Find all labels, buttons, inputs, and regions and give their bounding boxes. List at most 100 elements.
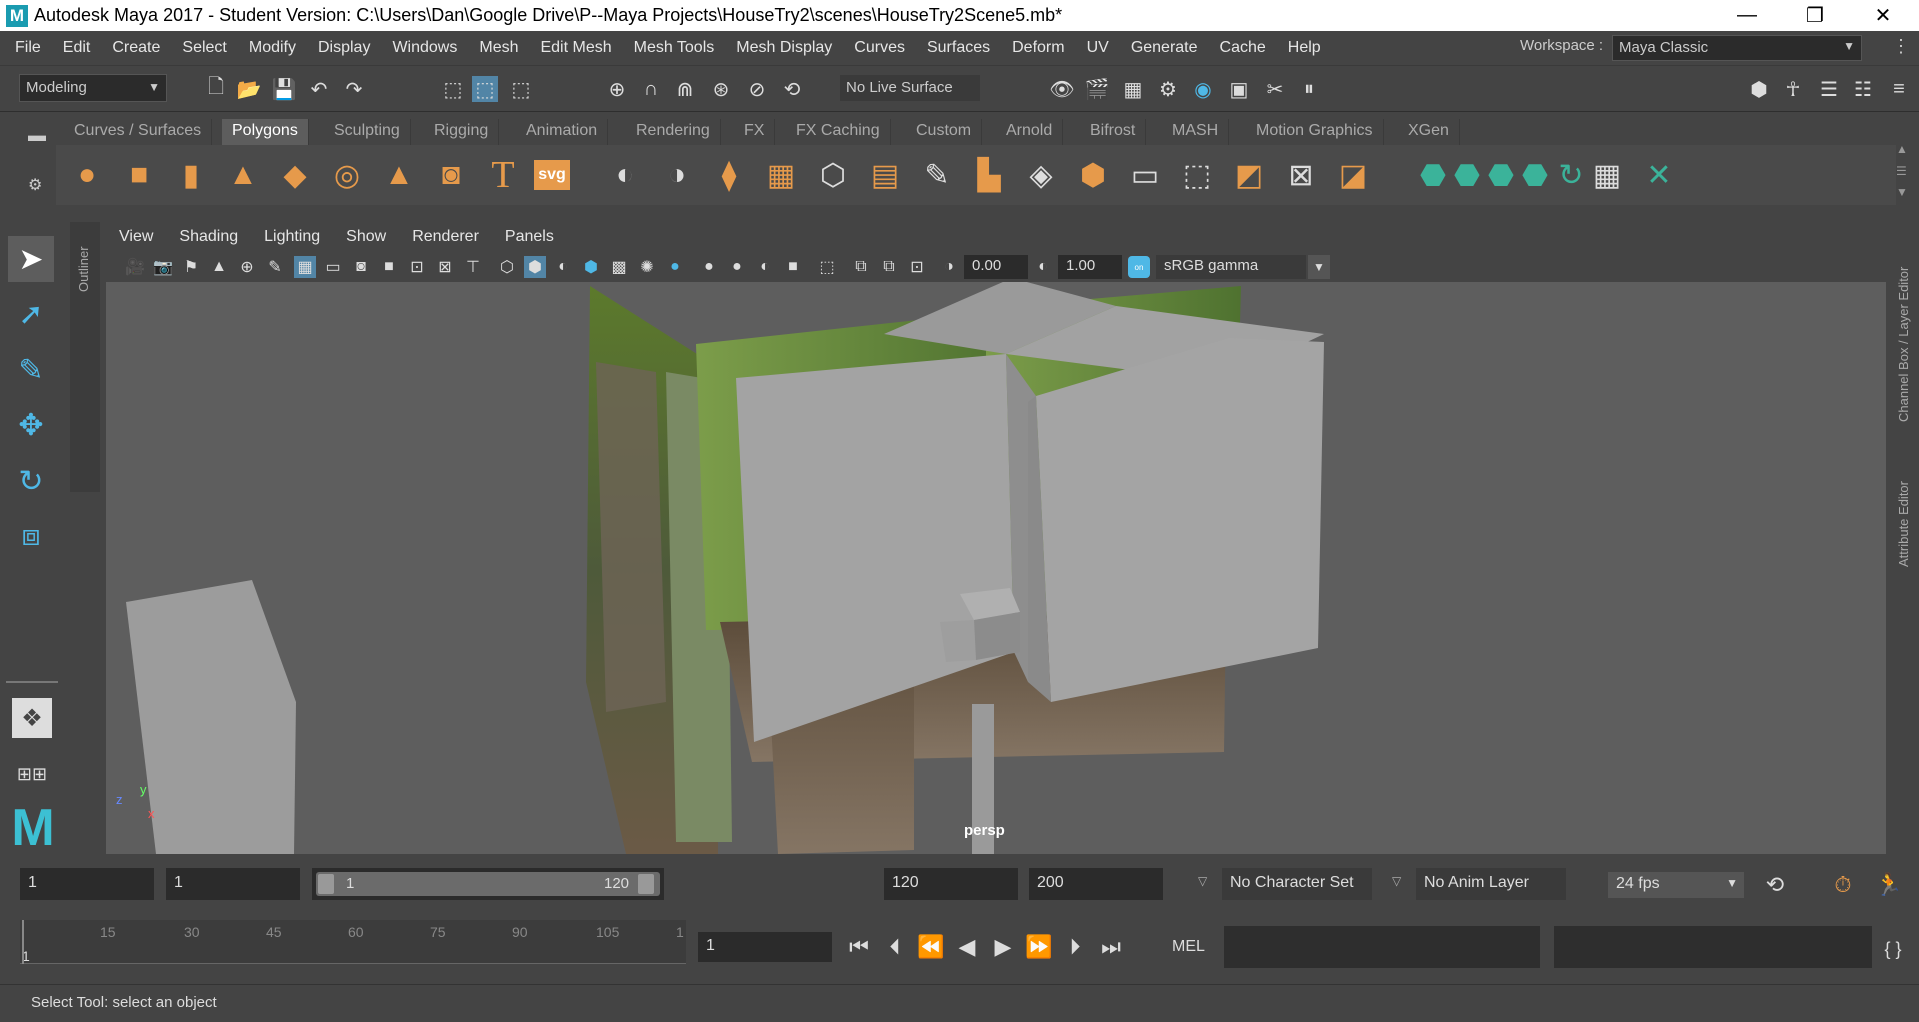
range-slider-handle-start[interactable] <box>318 874 334 894</box>
minimize-button[interactable]: — <box>1718 0 1776 31</box>
snap-view-plane-icon[interactable]: ⊛ <box>708 76 734 102</box>
human-ik-icon[interactable]: ☥ <box>1780 76 1806 102</box>
make-live-icon[interactable]: ⊘ <box>744 76 770 102</box>
step-forward-key-icon[interactable]: ⏵ <box>1062 934 1088 960</box>
bookmark-icon[interactable]: ⚑ <box>180 256 202 278</box>
command-line-input[interactable] <box>1224 926 1540 968</box>
loop-icon[interactable]: ⟲ <box>1762 872 1788 898</box>
current-frame-field[interactable]: 1 <box>698 932 832 962</box>
menuset-select[interactable]: Modeling ▼ <box>19 74 167 102</box>
menu-cache[interactable]: Cache <box>1209 39 1277 57</box>
range-slider[interactable]: 1 120 <box>312 868 664 900</box>
command-language-label[interactable]: MEL <box>1172 938 1205 956</box>
menu-windows[interactable]: Windows <box>381 39 468 57</box>
insert-edge-loop-icon[interactable]: ◈ <box>1020 154 1062 196</box>
exposure-field[interactable]: 0.00 <box>964 255 1028 279</box>
panel-menu-view[interactable]: View <box>106 228 166 246</box>
color-management-toggle[interactable]: on <box>1128 256 1150 278</box>
camera-icon[interactable]: 🎥 <box>124 256 146 278</box>
anim-layer-select[interactable]: No Anim Layer <box>1416 868 1566 900</box>
grid-icon[interactable]: ▦ <box>294 256 316 278</box>
snap-point-icon[interactable]: ⋒ <box>672 76 698 102</box>
uv-checker-icon[interactable]: ▦ <box>1586 154 1628 196</box>
current-time-marker[interactable] <box>22 920 24 964</box>
panel-menu-shading[interactable]: Shading <box>166 228 251 246</box>
go-to-end-icon[interactable]: ⏭ <box>1098 934 1124 960</box>
tab-rigging[interactable]: Rigging <box>424 119 500 145</box>
render-frame-icon[interactable]: 🎬 <box>1084 76 1110 102</box>
render-setup-icon[interactable]: ▣ <box>1226 76 1252 102</box>
chevron-down-icon[interactable]: ▽ <box>1392 874 1401 888</box>
boolean-diff-icon[interactable]: ⊠ <box>1280 154 1322 196</box>
grease-pencil-icon[interactable]: ✎ <box>264 256 286 278</box>
poly-pyramid-icon[interactable]: ▲ <box>378 154 420 196</box>
paint-select-icon[interactable]: ✎ <box>8 347 54 393</box>
xray-active-icon[interactable]: ⧉ <box>878 256 900 278</box>
modeling-toolkit-icon[interactable]: ⬢ <box>1746 76 1772 102</box>
play-forwards-icon[interactable]: ▶ <box>990 934 1016 960</box>
step-back-key-icon[interactable]: ⏴ <box>882 934 908 960</box>
menu-display[interactable]: Display <box>307 39 381 57</box>
menu-curves[interactable]: Curves <box>843 39 916 57</box>
menu-create[interactable]: Create <box>101 39 171 57</box>
bridge-icon[interactable]: ▤ <box>864 154 906 196</box>
menu-edit[interactable]: Edit <box>52 39 102 57</box>
append-polygon-icon[interactable]: ⬢ <box>1072 154 1114 196</box>
tab-sculpting[interactable]: Sculpting <box>324 119 411 145</box>
resolution-gate-icon[interactable]: ◙ <box>350 256 372 278</box>
time-slider[interactable]: 1 15 30 45 60 75 90 105 1 <box>20 920 686 964</box>
poly-plane-icon[interactable]: ◆ <box>274 154 316 196</box>
channel-box-tab[interactable]: Channel Box / Layer Editor <box>1896 267 1911 422</box>
multisample-aa-icon[interactable]: ◐ <box>754 256 776 278</box>
outliner-tab[interactable]: Outliner <box>70 222 100 492</box>
save-scene-icon[interactable]: 💾 <box>271 76 297 102</box>
go-to-start-icon[interactable]: ⏮ <box>846 934 872 960</box>
live-surface-field[interactable]: No Live Surface <box>840 75 980 101</box>
animation-prefs-icon[interactable]: 🏃 <box>1875 872 1902 898</box>
gate-mask-icon[interactable]: ■ <box>378 256 400 278</box>
2d-pan-zoom-icon[interactable]: ⊕ <box>236 256 258 278</box>
select-tool-icon[interactable]: ➤ <box>8 236 54 282</box>
smooth-icon[interactable]: ▦ <box>760 154 802 196</box>
menu-mesh-tools[interactable]: Mesh Tools <box>623 39 726 57</box>
multi-cut-icon[interactable]: ✎ <box>916 154 958 196</box>
range-end-field[interactable]: 200 <box>1029 868 1163 900</box>
textured-icon[interactable]: ▩ <box>608 256 630 278</box>
tab-xgen[interactable]: XGen <box>1398 119 1460 145</box>
poly-torus-icon[interactable]: ◎ <box>326 154 368 196</box>
step-back-frame-icon[interactable]: ⏪ <box>917 934 944 960</box>
menu-options-icon[interactable]: ⋮ <box>1892 36 1910 57</box>
wireframe-on-shaded-icon[interactable]: ⬢ <box>580 256 602 278</box>
open-scene-icon[interactable]: 📂 <box>236 76 262 102</box>
use-all-lights-icon[interactable]: ✺ <box>636 256 658 278</box>
shelf-scroll-down-icon[interactable]: ▼ <box>1896 185 1908 199</box>
shelf-menu-icon[interactable]: ☰ <box>1896 164 1907 178</box>
tab-motion-graphics[interactable]: Motion Graphics <box>1246 119 1384 145</box>
attribute-editor-toggle-icon[interactable]: ☰ <box>1816 76 1842 102</box>
fill-hole-icon[interactable]: ▭ <box>1124 154 1166 196</box>
snap-grid-icon[interactable]: ⊕ <box>604 76 630 102</box>
poly-text-icon[interactable]: T <box>482 154 524 196</box>
chevron-down-icon[interactable]: ▼ <box>1308 255 1330 279</box>
new-scene-icon[interactable]: 🗋 <box>203 76 229 102</box>
poly-cylinder-icon[interactable]: ▮ <box>170 154 212 196</box>
exposure-icon[interactable]: ◑ <box>938 256 960 278</box>
camera-attributes-icon[interactable]: 📷 <box>152 256 174 278</box>
maximize-button[interactable]: ❐ <box>1786 0 1844 31</box>
channel-box-toggle-icon[interactable]: ≡ <box>1886 76 1912 102</box>
select-hierarchy-icon[interactable]: ⬚ <box>440 76 466 102</box>
field-chart-icon[interactable]: ⊡ <box>406 256 428 278</box>
four-view-layout-icon[interactable]: ⊞⊞ <box>10 754 54 794</box>
tab-mash[interactable]: MASH <box>1162 119 1230 145</box>
single-view-layout-icon[interactable]: ❖ <box>12 698 52 738</box>
image-plane-icon[interactable]: ▲ <box>208 256 230 278</box>
lasso-tool-icon[interactable]: ➚ <box>8 291 54 337</box>
render-view-icon[interactable]: 👁 <box>1049 76 1075 102</box>
render-settings-icon[interactable]: ⚙ <box>1155 76 1181 102</box>
chevron-down-icon[interactable]: ▽ <box>1198 874 1207 888</box>
boolean-intersect-icon[interactable]: ◪ <box>1332 154 1374 196</box>
extrude-icon[interactable]: ⬡ <box>812 154 854 196</box>
wireframe-icon[interactable]: ⬡ <box>496 256 518 278</box>
xray-icon[interactable]: ⧉ <box>850 256 872 278</box>
view-transform-select[interactable]: sRGB gamma <box>1156 255 1306 279</box>
